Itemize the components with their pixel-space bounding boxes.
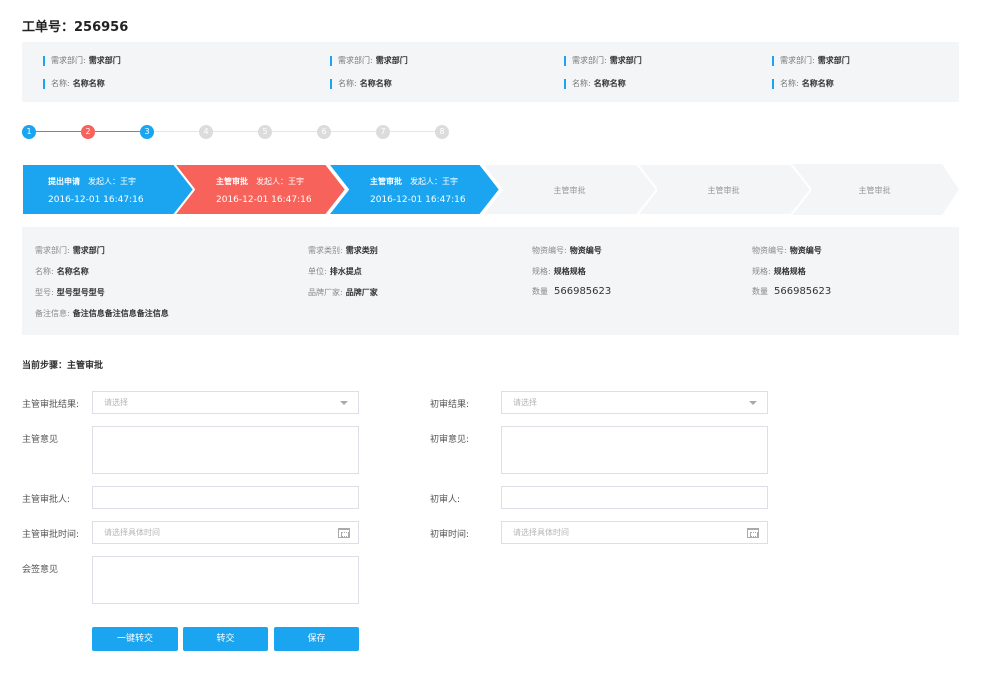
chevron-down-icon — [749, 401, 757, 405]
flow-stage-4[interactable]: 主管审批 — [482, 164, 657, 215]
step-5-dot[interactable]: 5 — [258, 125, 272, 139]
detail-quantity-2: 数量 566985623 — [752, 286, 832, 297]
flow-stage-4-title: 主管审批 — [553, 186, 586, 195]
step-4-dot[interactable]: 4 — [199, 125, 213, 139]
summary-name-1: 名称: 名称名称 — [43, 79, 105, 89]
step-7-dot[interactable]: 7 — [376, 125, 390, 139]
initial-result-placeholder: 请选择 — [513, 398, 537, 407]
supervisor-time-label: 主管审批时间: — [22, 530, 80, 540]
initial-result-select[interactable]: 请选择 — [501, 391, 768, 414]
flow-stage-2-shape — [174, 164, 346, 215]
transfer-button[interactable]: 转交 — [183, 627, 268, 651]
summary-name-4: 名称: 名称名称 — [772, 79, 834, 89]
initial-approver-label: 初审人: — [430, 495, 461, 505]
step-connector — [331, 131, 376, 132]
summary-panel: 需求部门: 需求部门 需求部门: 需求部门 需求部门: 需求部门 需求部门: 需求部门 … — [22, 42, 959, 102]
supervisor-approver-label: 主管审批人: — [22, 495, 71, 505]
chevron-down-icon — [340, 401, 348, 405]
initial-opinion-textarea[interactable] — [501, 426, 768, 474]
flow-stage-3-shape — [328, 164, 500, 215]
supervisor-opinion-label: 主管意见 — [22, 435, 59, 445]
flow-stage-1[interactable]: 提出申请 发起人：王宇 2016-12-01 16:47:16 — [22, 164, 194, 215]
initial-time-picker[interactable]: 请选择具体时间 — [501, 521, 768, 544]
initial-time-label: 初审时间: — [430, 530, 470, 540]
step-6-dot[interactable]: 6 — [317, 125, 331, 139]
calendar-icon — [747, 528, 759, 538]
flow-stage-1-title: 提出申请 — [48, 177, 80, 186]
flow-stage-2[interactable]: 主管审批 发起人：王宇 2016-12-01 16:47:16 — [174, 164, 346, 215]
page-title: 工单号：256956 — [22, 20, 129, 35]
detail-brand: 品牌厂家: 品牌厂家 — [308, 288, 378, 297]
flow-stage-2-header: 主管审批 发起人：王宇 — [216, 176, 304, 187]
save-button[interactable]: 保存 — [274, 627, 359, 651]
supervisor-time-picker[interactable]: 请选择具体时间 — [92, 521, 359, 544]
step-1-dot[interactable]: 1 — [22, 125, 36, 139]
flow-stage-1-header: 提出申请 发起人：王宇 — [48, 176, 136, 187]
detail-panel: 需求部门: 需求部门 需求类别: 需求类别 物资编号: 物资编号 物资编号: 物资编号 … — [22, 227, 959, 335]
initial-opinion-label: 初审意见: — [430, 435, 470, 445]
countersign-opinion-label: 会签意见 — [22, 565, 59, 575]
summary-dept-2: 需求部门: 需求部门 — [330, 56, 408, 66]
flow-stage-3[interactable]: 主管审批 发起人：王宇 2016-12-01 16:47:16 — [328, 164, 500, 215]
step-connector — [154, 131, 199, 132]
supervisor-result-placeholder: 请选择 — [104, 398, 128, 407]
step-3-dot[interactable]: 3 — [140, 125, 154, 139]
supervisor-result-select[interactable]: 请选择 — [92, 391, 359, 414]
one-click-transfer-button[interactable]: 一键转交 — [92, 627, 178, 651]
initial-time-placeholder: 请选择具体时间 — [513, 528, 569, 537]
detail-note: 备注信息: 备注信息备注信息备注信息 — [35, 309, 169, 318]
flow-stage-3-header: 主管审批 发起人：王宇 — [370, 176, 458, 187]
flow-stage-5[interactable]: 主管审批 — [636, 164, 811, 215]
flow-stage-2-starter: 发起人：王宇 — [256, 177, 304, 186]
step-2-dot[interactable]: 2 — [81, 125, 95, 139]
detail-spec-1: 规格: 规格规格 — [532, 267, 586, 276]
flow-stage-2-title: 主管审批 — [216, 177, 248, 186]
flow-stage-6[interactable]: 主管审批 — [790, 164, 959, 215]
summary-dept-1: 需求部门: 需求部门 — [43, 56, 121, 66]
calendar-icon — [338, 528, 350, 538]
detail-model: 型号: 型号型号型号 — [35, 288, 105, 297]
flow-stage-5-title: 主管审批 — [707, 186, 740, 195]
detail-dept: 需求部门: 需求部门 — [35, 246, 105, 255]
flow-stage-3-title: 主管审批 — [370, 177, 402, 186]
approval-flow-bar: 主管审批 主管审批 主管审批 主管审批 发起人：王宇 2016-12-01 16:… — [22, 164, 959, 215]
step-8-dot[interactable]: 8 — [435, 125, 449, 139]
summary-dept-4: 需求部门: 需求部门 — [772, 56, 850, 66]
step-connector — [213, 131, 258, 132]
flow-stage-2-time: 2016-12-01 16:47:16 — [216, 195, 312, 205]
step-connector — [36, 131, 81, 132]
summary-name-2: 名称: 名称名称 — [330, 79, 392, 89]
flow-stage-1-starter: 发起人：王宇 — [88, 177, 136, 186]
flow-stage-3-starter: 发起人：王宇 — [410, 177, 458, 186]
progress-stepper: 1 2 3 4 5 6 7 8 — [22, 124, 462, 140]
supervisor-opinion-textarea[interactable] — [92, 426, 359, 474]
supervisor-time-placeholder: 请选择具体时间 — [104, 528, 160, 537]
step-connector — [272, 131, 317, 132]
step-connector — [390, 131, 435, 132]
detail-category: 需求类别: 需求类别 — [308, 246, 378, 255]
detail-unit: 单位: 排水提点 — [308, 267, 362, 276]
summary-dept-3: 需求部门: 需求部门 — [564, 56, 642, 66]
initial-result-label: 初审结果: — [430, 400, 470, 410]
summary-name-3: 名称: 名称名称 — [564, 79, 626, 89]
detail-quantity-1: 数量 566985623 — [532, 286, 612, 297]
initial-approver-input[interactable] — [501, 486, 768, 509]
flow-stage-3-time: 2016-12-01 16:47:16 — [370, 195, 466, 205]
flow-stage-1-shape — [22, 164, 194, 215]
detail-material-no-2: 物资编号: 物资编号 — [752, 246, 822, 255]
flow-stage-6-title: 主管审批 — [858, 186, 891, 195]
detail-material-no-1: 物资编号: 物资编号 — [532, 246, 602, 255]
detail-spec-2: 规格: 规格规格 — [752, 267, 806, 276]
flow-stage-1-time: 2016-12-01 16:47:16 — [48, 195, 144, 205]
detail-name: 名称: 名称名称 — [35, 267, 89, 276]
current-step-title: 当前步骤：主管审批 — [22, 361, 104, 371]
supervisor-approver-input[interactable] — [92, 486, 359, 509]
countersign-opinion-textarea[interactable] — [92, 556, 359, 604]
step-connector — [95, 131, 140, 132]
supervisor-result-label: 主管审批结果: — [22, 400, 80, 410]
